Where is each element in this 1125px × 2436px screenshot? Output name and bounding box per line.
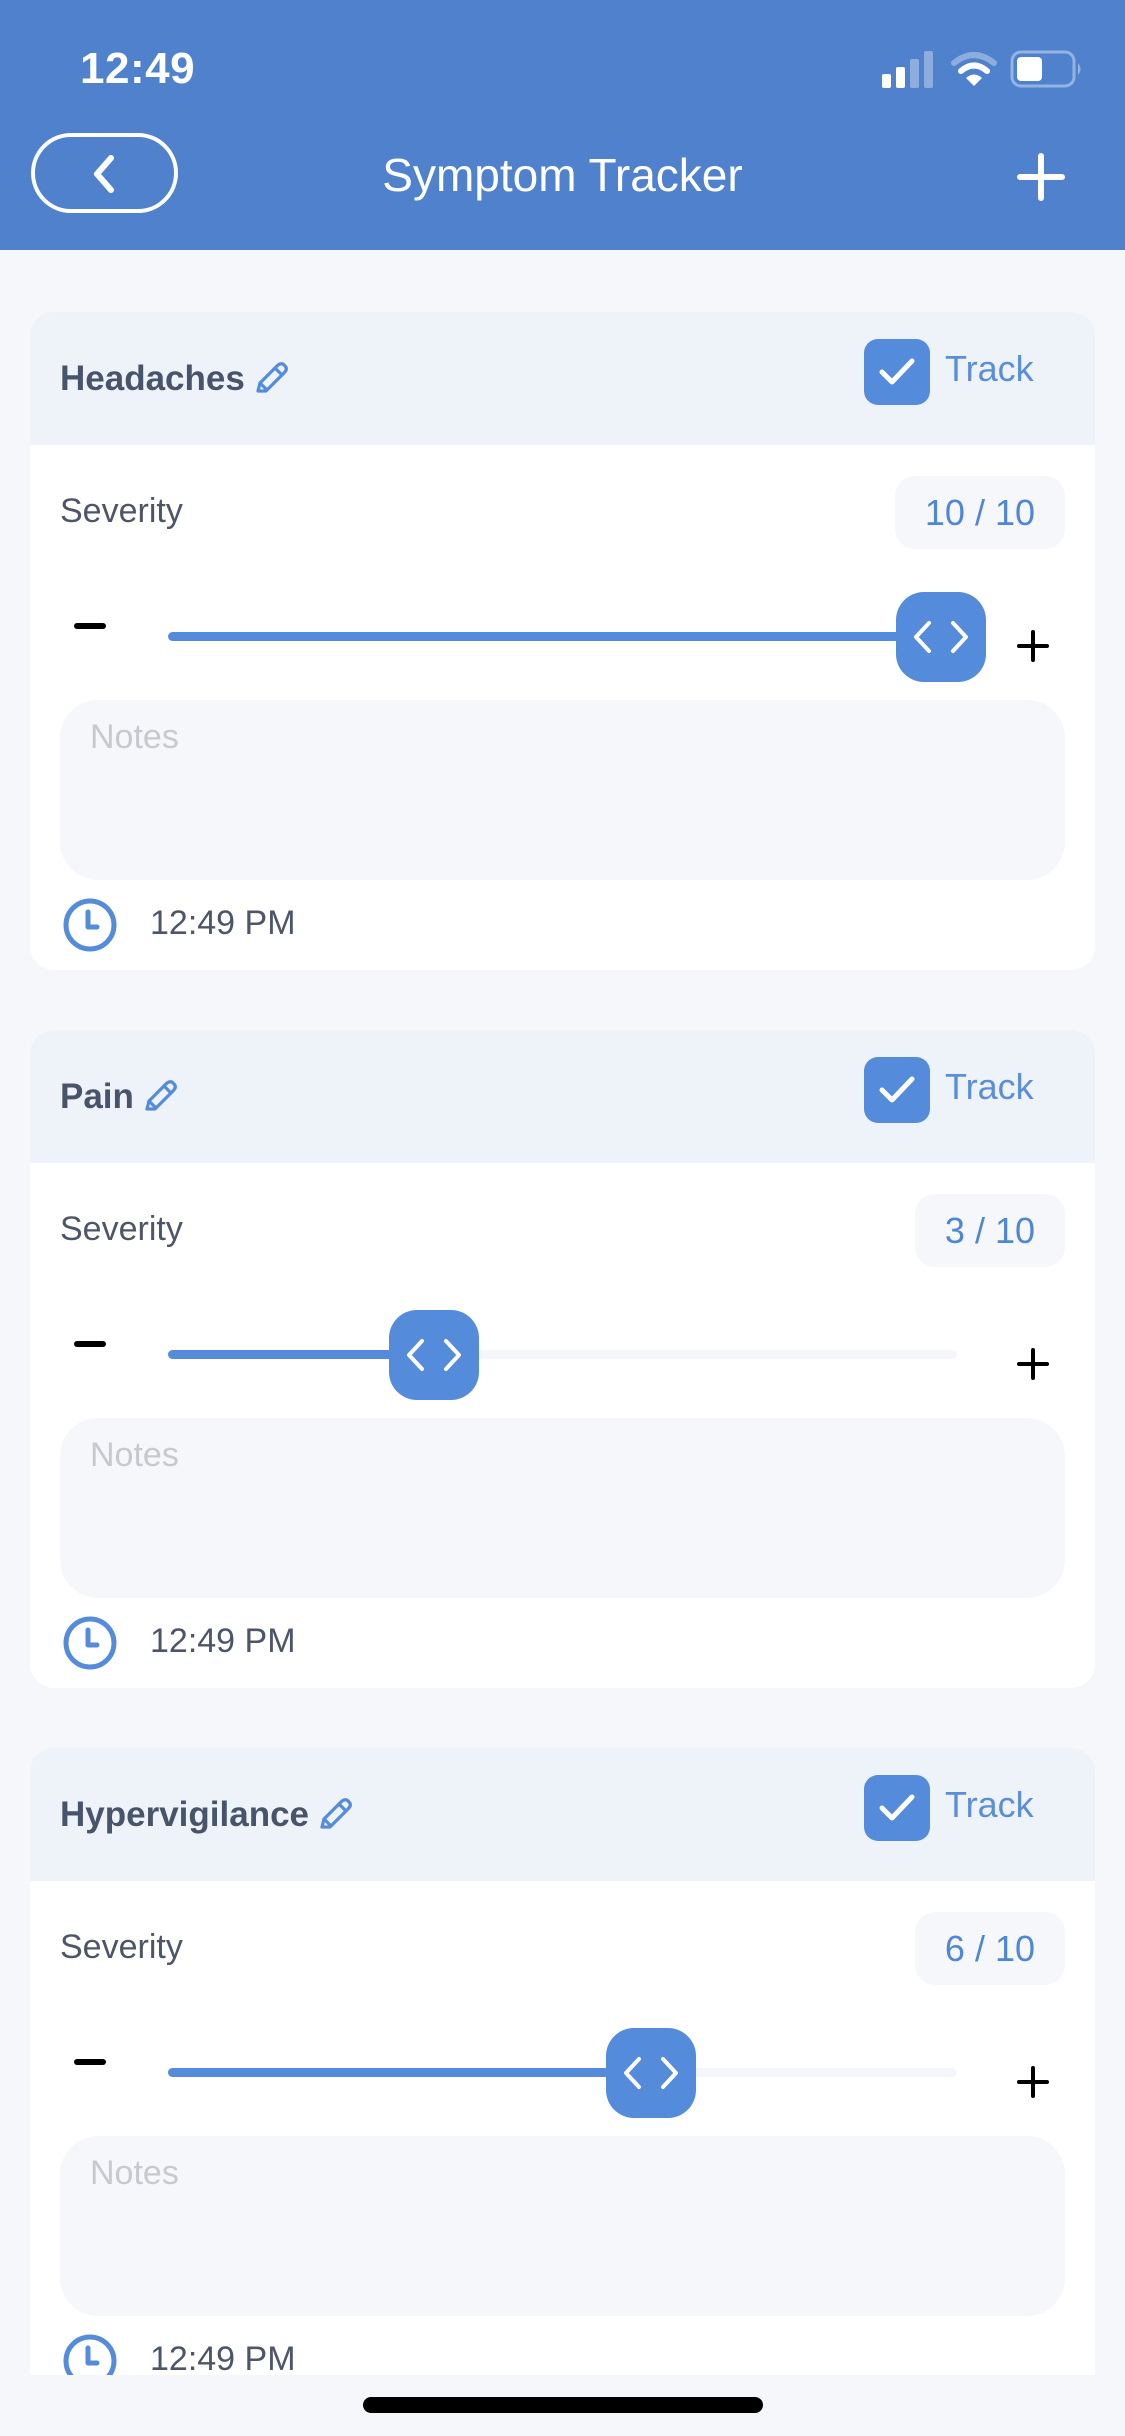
severity-label: Severity <box>60 1210 183 1248</box>
checkmark-icon <box>879 358 915 385</box>
decrease-severity-button[interactable] <box>74 623 106 629</box>
severity-slider[interactable] <box>168 1310 957 1400</box>
clock-icon <box>63 898 117 952</box>
slider-thumb[interactable] <box>896 592 986 682</box>
slider-thumb[interactable] <box>388 1310 479 1400</box>
severity-label: Severity <box>60 492 183 530</box>
checkmark-icon <box>879 1076 915 1103</box>
severity-value-badge: 3 / 10 <box>914 1194 1065 1267</box>
pencil-icon[interactable] <box>138 1076 180 1118</box>
left-right-arrows-icon <box>624 2057 678 2089</box>
symptom-card-header: Hypervigilance Track <box>30 1748 1095 1881</box>
entry-time[interactable]: 12:49 PM <box>150 2340 296 2375</box>
notes-input[interactable] <box>60 700 1065 880</box>
track-label: Track <box>945 1066 1034 1107</box>
pencil-icon[interactable] <box>313 1794 355 1836</box>
decrease-severity-button[interactable] <box>74 2059 106 2065</box>
slider-fill <box>168 2068 651 2077</box>
symptom-name: Headaches <box>60 359 245 398</box>
battery-icon <box>1010 50 1081 88</box>
track-checkbox[interactable] <box>864 1775 930 1841</box>
entry-time[interactable]: 12:49 PM <box>150 1622 296 1661</box>
notes-input[interactable] <box>60 1418 1065 1598</box>
severity-slider[interactable] <box>168 2028 957 2118</box>
status-time: 12:49 <box>80 44 196 93</box>
symptom-name-row: Headaches <box>60 358 291 400</box>
track-checkbox[interactable] <box>864 339 930 405</box>
increase-severity-button[interactable] <box>1017 630 1049 662</box>
symptom-name: Hypervigilance <box>60 1795 309 1834</box>
top-bar: 12:49 Symptom Tracker <box>0 0 1125 250</box>
symptom-name: Pain <box>60 1077 134 1116</box>
severity-value-badge: 6 / 10 <box>914 1912 1065 1985</box>
symptom-card: Headaches Track Severity 10 / 10 Notes 1… <box>30 312 1095 970</box>
plus-icon <box>1017 153 1065 201</box>
pencil-icon[interactable] <box>249 358 291 400</box>
decrease-severity-button[interactable] <box>74 1341 106 1347</box>
signal-icon <box>882 51 933 88</box>
symptom-card: Pain Track Severity 3 / 10 Notes 12:49 P… <box>30 1030 1095 1688</box>
checkmark-icon <box>879 1794 915 1821</box>
slider-thumb[interactable] <box>606 2028 696 2118</box>
home-indicator[interactable] <box>363 2397 763 2413</box>
clock-icon <box>63 1616 117 1670</box>
track-label: Track <box>945 1784 1034 1825</box>
symptom-name-row: Pain <box>60 1076 180 1118</box>
page-title: Symptom Tracker <box>382 149 743 201</box>
symptom-card: Hypervigilance Track Severity 6 / 10 Not… <box>30 1748 1095 2375</box>
track-label: Track <box>945 348 1034 389</box>
entry-time[interactable]: 12:49 PM <box>150 904 296 943</box>
severity-label: Severity <box>60 1928 183 1966</box>
status-icons <box>882 50 1081 88</box>
increase-severity-button[interactable] <box>1017 2066 1049 2098</box>
slider-fill <box>168 632 941 641</box>
symptom-card-header: Headaches Track <box>30 312 1095 445</box>
left-right-arrows-icon <box>914 621 968 653</box>
clock-icon <box>63 2334 117 2375</box>
left-right-arrows-icon <box>406 1339 461 1371</box>
severity-slider[interactable] <box>168 592 986 682</box>
add-symptom-button[interactable] <box>1012 148 1070 206</box>
wifi-icon <box>951 52 997 86</box>
track-checkbox[interactable] <box>864 1057 930 1123</box>
symptom-card-header: Pain Track <box>30 1030 1095 1163</box>
increase-severity-button[interactable] <box>1017 1348 1049 1380</box>
symptom-name-row: Hypervigilance <box>60 1794 355 1836</box>
severity-value-badge: 10 / 10 <box>894 476 1065 549</box>
notes-input[interactable] <box>60 2136 1065 2316</box>
